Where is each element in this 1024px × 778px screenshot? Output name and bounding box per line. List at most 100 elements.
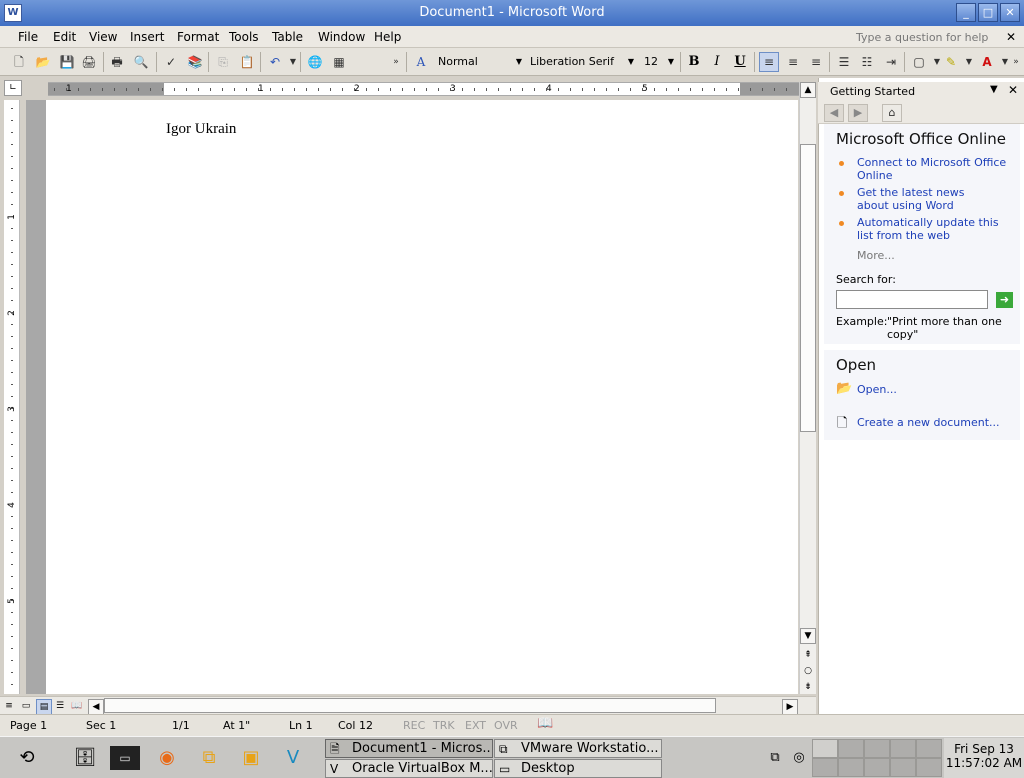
previous-page-icon[interactable]: ⇞ — [800, 648, 816, 664]
workspace-2[interactable] — [838, 739, 864, 758]
home-icon[interactable]: ⌂ — [882, 104, 902, 122]
scroll-down-icon[interactable]: ▼ — [800, 628, 816, 644]
status-ovr[interactable]: OVR — [494, 719, 518, 733]
normal-view-icon[interactable]: ≡ — [2, 699, 16, 713]
scroll-left-icon[interactable]: ◀ — [88, 699, 104, 715]
workspace-5[interactable] — [916, 739, 942, 758]
align-left-icon[interactable]: ≡ — [759, 52, 779, 72]
increase-indent-icon[interactable]: ⇥ — [882, 53, 900, 71]
menu-help[interactable]: Help — [374, 29, 401, 45]
reading-layout-view-icon[interactable]: 📖 — [70, 699, 84, 713]
auto-update-link[interactable]: Automatically update this list from the … — [857, 216, 1017, 242]
maximize-button[interactable]: □ — [978, 3, 998, 22]
terminal-icon[interactable]: ▭ — [110, 746, 140, 770]
copy-icon[interactable]: ⎘ — [214, 53, 232, 71]
undo-icon[interactable]: ↶ — [266, 53, 284, 71]
menu-tools[interactable]: Tools — [229, 29, 259, 45]
highlight-icon[interactable]: ✎ — [942, 53, 960, 71]
clock[interactable]: Fri Sep 13 11:57:02 AM — [944, 738, 1024, 778]
workspace-3[interactable] — [864, 739, 890, 758]
workspace-10[interactable] — [916, 758, 942, 777]
search-input[interactable] — [836, 290, 988, 309]
outline-view-icon[interactable]: ☰ — [53, 699, 67, 713]
network-tray-icon[interactable]: ⧉ — [766, 745, 784, 771]
align-center-icon[interactable]: ≡ — [784, 53, 802, 71]
close-document-icon[interactable]: ✕ — [1006, 28, 1020, 46]
menu-table[interactable]: Table — [272, 29, 303, 45]
highlight-dropdown-icon[interactable]: ▼ — [960, 53, 978, 71]
status-ext[interactable]: EXT — [465, 719, 486, 733]
workspace-7[interactable] — [838, 758, 864, 777]
horizontal-scroll-thumb[interactable] — [104, 698, 716, 713]
task-pane-dropdown-icon[interactable]: ▼ — [990, 84, 998, 95]
workspace-9[interactable] — [890, 758, 916, 777]
connect-link[interactable]: Connect to Microsoft Office Online — [857, 156, 1017, 182]
print-icon[interactable]: 🖶 — [108, 53, 126, 71]
close-button[interactable]: ✕ — [1000, 3, 1020, 22]
bold-button[interactable]: B — [684, 52, 704, 72]
task-document1[interactable]: 🗎 Document1 - Micros... — [325, 739, 493, 758]
system-menu-icon[interactable]: ⟲ — [12, 743, 42, 773]
latest-news-link[interactable]: Get the latest news about using Word — [857, 186, 997, 212]
workspace-6[interactable] — [812, 758, 838, 777]
back-icon[interactable]: ◀ — [824, 104, 844, 122]
print-layout-view-icon[interactable]: ▤ — [36, 699, 52, 715]
search-go-icon[interactable]: ➜ — [996, 292, 1013, 308]
save-icon[interactable]: 💾 — [58, 53, 76, 71]
font-combo[interactable]: Liberation Serif ▼ — [530, 52, 636, 72]
task-desktop[interactable]: ▭ Desktop — [494, 759, 662, 778]
file-manager-icon[interactable]: 🗄 — [70, 743, 100, 773]
document-text[interactable]: Igor Ukrain — [166, 121, 236, 138]
scroll-right-icon[interactable]: ▶ — [782, 699, 798, 715]
vmware-icon[interactable]: ⧉ — [194, 743, 224, 773]
hyperlink-icon[interactable]: 🌐 — [306, 53, 324, 71]
vmware-workstation-icon[interactable]: ▣ — [236, 743, 266, 773]
vertical-scroll-thumb[interactable] — [800, 144, 816, 432]
numbering-icon[interactable]: ☰ — [835, 53, 853, 71]
status-rec[interactable]: REC — [403, 719, 425, 733]
forward-icon[interactable]: ▶ — [848, 104, 868, 122]
updates-tray-icon[interactable]: ◎ — [790, 745, 808, 771]
toolbar-options-icon[interactable]: » — [390, 53, 402, 71]
status-trk[interactable]: TRK — [433, 719, 455, 733]
workspace-1[interactable] — [812, 739, 838, 758]
spelling-icon[interactable]: ✓ — [162, 53, 180, 71]
create-new-document-link[interactable]: Create a new document... — [857, 416, 1000, 429]
minimize-button[interactable]: _ — [956, 3, 976, 22]
paste-icon[interactable]: 📋 — [238, 53, 256, 71]
workspace-4[interactable] — [890, 739, 916, 758]
more-link[interactable]: More... — [857, 249, 895, 262]
open-link[interactable]: Open... — [857, 383, 897, 396]
align-right-icon[interactable]: ≡ — [807, 53, 825, 71]
bullets-icon[interactable]: ☷ — [858, 53, 876, 71]
font-color-icon[interactable]: A — [978, 53, 996, 71]
spelling-status-icon[interactable]: 📖 — [537, 717, 553, 731]
vertical-ruler[interactable]: 1 2 3 4 5 — [4, 100, 20, 694]
word-app-icon[interactable]: W — [4, 4, 22, 22]
tab-selector[interactable]: ∟ — [4, 80, 22, 96]
next-page-icon[interactable]: ⇟ — [800, 680, 816, 696]
menu-insert[interactable]: Insert — [130, 29, 164, 45]
print-preview-icon[interactable]: 🔍 — [132, 53, 150, 71]
document-page[interactable] — [46, 100, 798, 694]
menu-edit[interactable]: Edit — [53, 29, 76, 45]
workspace-8[interactable] — [864, 758, 890, 777]
web-layout-view-icon[interactable]: ▭ — [19, 699, 33, 713]
task-pane-close-icon[interactable]: ✕ — [1008, 83, 1018, 97]
select-browse-object-icon[interactable]: ○ — [800, 664, 816, 680]
menu-format[interactable]: Format — [177, 29, 219, 45]
permission-icon[interactable]: 🖨 — [80, 53, 98, 71]
horizontal-ruler[interactable]: 1 1 2 3 4 5 — [48, 82, 800, 96]
task-pane-title[interactable]: Getting Started — [830, 85, 915, 98]
toolbar-options-icon[interactable]: » — [1010, 53, 1022, 71]
styles-formatting-icon[interactable]: A — [412, 53, 430, 71]
tables-borders-icon[interactable]: ▦ — [330, 53, 348, 71]
style-combo[interactable]: Normal ▼ — [438, 52, 524, 72]
font-size-combo[interactable]: 12 ▼ — [644, 52, 676, 72]
help-question-box[interactable]: Type a question for help — [856, 29, 996, 46]
open-folder-icon[interactable]: 📂 — [34, 53, 52, 71]
task-virtualbox[interactable]: V Oracle VirtualBox M... — [325, 759, 493, 778]
menu-file[interactable]: File — [18, 29, 38, 45]
italic-button[interactable]: I — [707, 52, 727, 72]
virtualbox-icon[interactable]: V — [278, 743, 308, 773]
